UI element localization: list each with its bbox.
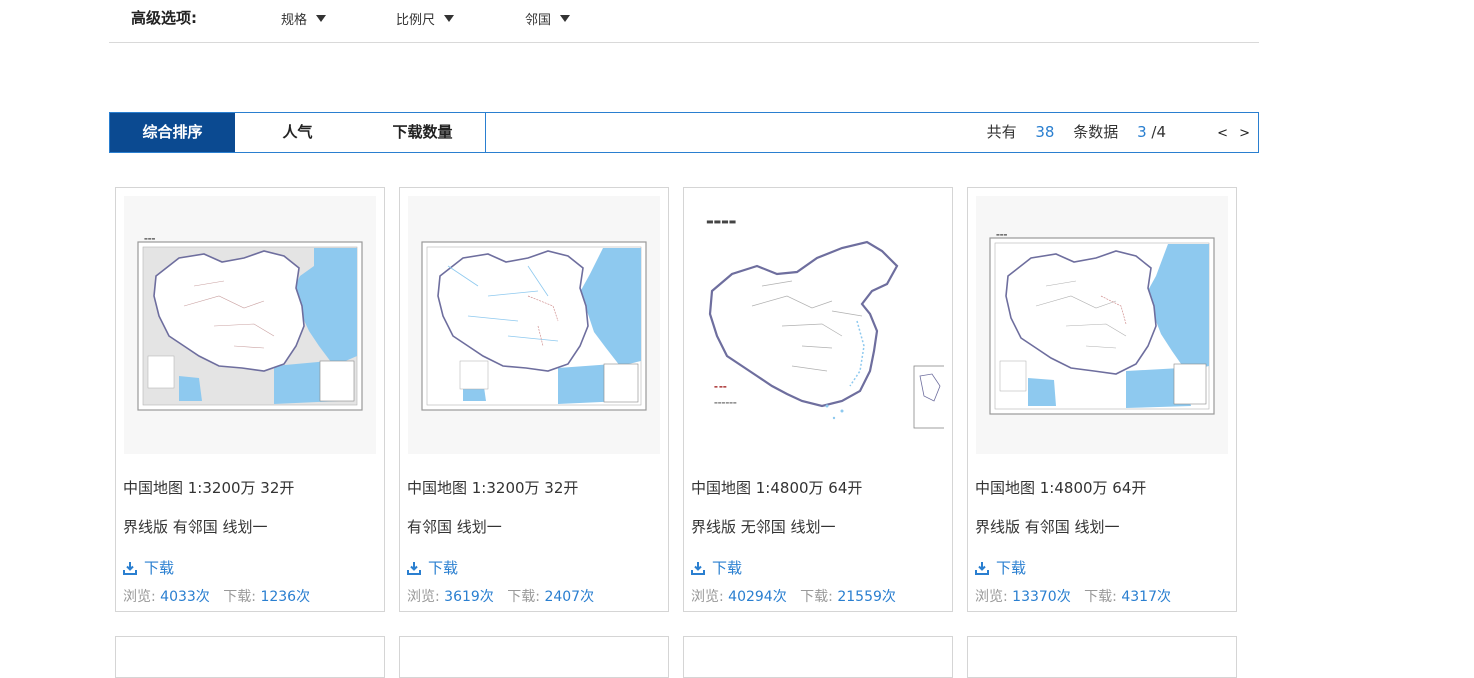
- card-title[interactable]: 中国地图 1:4800万 64开: [975, 477, 1146, 498]
- download-label: 下载: [996, 559, 1027, 577]
- card-title[interactable]: 中国地图 1:3200万 32开: [407, 477, 578, 498]
- card-tags: 有邻国 线划一: [407, 518, 502, 536]
- filter-dropdown-label: 比例尺: [396, 13, 436, 28]
- map-card[interactable]: ▬▬▬▬ ▬ ▬▬ ▬▬▬▬▬▬ 中国地图 1:4800万 64开 界线版 无邻…: [683, 187, 953, 612]
- result-count: 共有 38 条数据 3 /4: [987, 113, 1166, 152]
- download-label: 下载: [428, 559, 459, 577]
- next-page-button[interactable]: >: [1239, 113, 1250, 152]
- download-label: 下载: [144, 559, 175, 577]
- downloads-label: 下载:: [800, 589, 833, 605]
- map-card-partial[interactable]: [399, 636, 669, 678]
- map-thumbnail[interactable]: ▬▬▬: [124, 196, 376, 454]
- download-icon: [691, 561, 705, 575]
- map-thumbnail[interactable]: [408, 196, 660, 454]
- caret-down-icon: [444, 15, 455, 22]
- caret-down-icon: [560, 15, 571, 22]
- map-card[interactable]: ▬▬▬ 中国地图 1:3200万 32开 界线版 有邻国 线划一 下载 浏览: …: [115, 187, 385, 612]
- map-card-partial[interactable]: [683, 636, 953, 678]
- download-icon: [123, 561, 137, 575]
- page-total: /4: [1151, 123, 1166, 141]
- svg-text:▬ ▬▬: ▬ ▬▬: [714, 384, 727, 389]
- svg-text:▬▬▬: ▬▬▬: [996, 232, 1008, 237]
- download-icon: [975, 561, 989, 575]
- filter-dropdown-label: 规格: [281, 13, 308, 28]
- filter-dropdown-label: 邻国: [525, 13, 552, 28]
- advanced-options-bar: 高级选项: 规格 比例尺 邻国: [109, 0, 1259, 43]
- card-title[interactable]: 中国地图 1:3200万 32开: [123, 477, 294, 498]
- downloads-count: 21559次: [837, 589, 896, 605]
- tab-popularity[interactable]: 人气: [235, 113, 361, 152]
- svg-text:▬▬▬▬▬▬: ▬▬▬▬▬▬: [714, 400, 737, 405]
- card-tags: 界线版 无邻国 线划一: [691, 518, 836, 536]
- map-thumbnail[interactable]: ▬▬▬▬ ▬ ▬▬ ▬▬▬▬▬▬: [692, 196, 944, 454]
- map-card[interactable]: 中国地图 1:3200万 32开 有邻国 线划一 下载 浏览: 3619次 下载…: [399, 187, 669, 612]
- prev-page-button[interactable]: <: [1217, 113, 1228, 152]
- caret-down-icon: [316, 15, 327, 22]
- downloads-count: 2407次: [544, 589, 595, 605]
- views-label: 浏览:: [407, 589, 440, 605]
- views-count: 40294次: [728, 589, 787, 605]
- page-current: 3: [1137, 123, 1147, 141]
- download-link[interactable]: 下载: [407, 557, 458, 578]
- tab-comprehensive-sort[interactable]: 综合排序: [110, 113, 236, 152]
- map-card-partial[interactable]: [967, 636, 1237, 678]
- tab-download-count[interactable]: 下载数量: [360, 113, 486, 152]
- card-stats: 浏览: 3619次 下载: 2407次: [407, 586, 594, 606]
- filter-dropdown-spec[interactable]: 规格: [281, 9, 327, 28]
- card-title[interactable]: 中国地图 1:4800万 64开: [691, 477, 862, 498]
- download-icon: [407, 561, 421, 575]
- downloads-count: 1236次: [260, 589, 311, 605]
- filter-dropdown-neighbors[interactable]: 邻国: [525, 9, 571, 28]
- count-value: 38: [1035, 123, 1055, 141]
- download-link[interactable]: 下载: [691, 557, 742, 578]
- advanced-options-label: 高级选项:: [131, 9, 197, 27]
- downloads-label: 下载:: [507, 589, 540, 605]
- downloads-label: 下载:: [223, 589, 256, 605]
- views-label: 浏览:: [975, 589, 1008, 605]
- views-label: 浏览:: [691, 589, 724, 605]
- svg-text:▬▬▬: ▬▬▬: [144, 236, 156, 241]
- svg-text:▬▬▬▬: ▬▬▬▬: [706, 217, 736, 226]
- card-stats: 浏览: 40294次 下载: 21559次: [691, 586, 896, 606]
- downloads-count: 4317次: [1121, 589, 1171, 605]
- views-count: 3619次: [444, 589, 494, 605]
- downloads-label: 下载:: [1084, 589, 1117, 605]
- sort-bar: 综合排序 人气 下载数量 共有 38 条数据 3 /4 < >: [109, 112, 1259, 153]
- card-stats: 浏览: 13370次 下载: 4317次: [975, 586, 1171, 606]
- download-link[interactable]: 下载: [975, 557, 1026, 578]
- count-suffix: 条数据: [1073, 123, 1119, 141]
- filter-dropdown-scale[interactable]: 比例尺: [396, 9, 455, 28]
- views-count: 13370次: [1012, 589, 1071, 605]
- card-tags: 界线版 有邻国 线划一: [975, 518, 1120, 536]
- card-tags: 界线版 有邻国 线划一: [123, 518, 268, 536]
- download-label: 下载: [712, 559, 743, 577]
- map-card-partial[interactable]: [115, 636, 385, 678]
- card-stats: 浏览: 4033次 下载: 1236次: [123, 586, 310, 606]
- views-count: 4033次: [160, 589, 210, 605]
- views-label: 浏览:: [123, 589, 156, 605]
- map-card[interactable]: ▬▬▬ 中国地图 1:4800万 64开 界线版 有邻国 线划一 下载 浏览: …: [967, 187, 1237, 612]
- download-link[interactable]: 下载: [123, 557, 174, 578]
- count-prefix: 共有: [986, 123, 1017, 141]
- map-thumbnail[interactable]: ▬▬▬: [976, 196, 1228, 454]
